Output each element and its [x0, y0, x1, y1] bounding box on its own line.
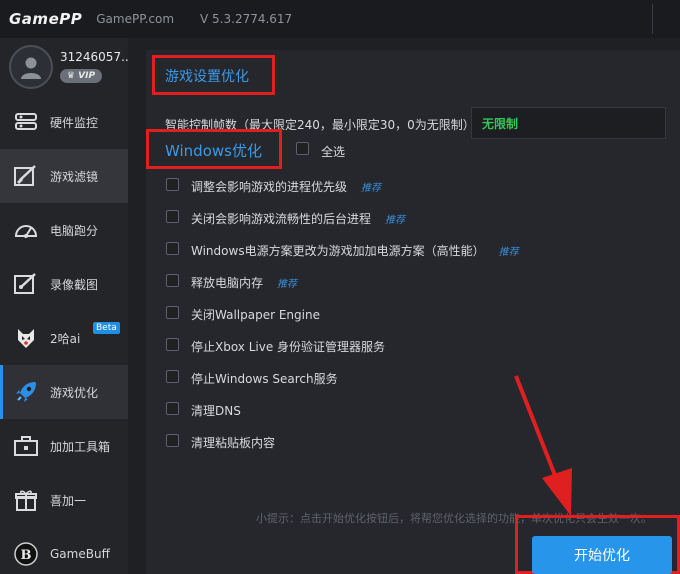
sidebar-item-game-optimize[interactable]: 游戏优化	[0, 365, 128, 419]
user-avatar-icon	[21, 57, 41, 79]
option-label: 清理DNS	[191, 404, 241, 418]
option-checkbox[interactable]	[166, 370, 179, 383]
option-checkbox[interactable]	[166, 178, 179, 191]
app-logo: GamePP	[9, 10, 83, 28]
sidebar-item-label: GameBuff	[50, 547, 110, 561]
sidebar-item-label: 2哈ai	[50, 331, 81, 346]
sidebar-item-toolbox[interactable]: 加加工具箱	[0, 419, 128, 473]
gift-icon	[12, 486, 40, 514]
option-label: 关闭会影响游戏流畅性的后台进程 推荐	[191, 212, 406, 226]
option-label: Windows电源方案更改为游戏加加电源方案（高性能） 推荐	[191, 244, 519, 258]
sidebar-item-label: 录像截图	[50, 277, 99, 292]
title-bar: GamePP GamePP.com V 5.3.2774.617	[0, 0, 680, 38]
sidebar-item-label: 游戏优化	[50, 385, 99, 400]
option-checkbox[interactable]	[166, 210, 179, 223]
select-all-checkbox[interactable]	[296, 142, 309, 155]
husky-ai-icon	[12, 324, 40, 352]
sidebar-item-label: 加加工具箱	[50, 439, 111, 454]
option-label: 关闭Wallpaper Engine	[191, 308, 320, 322]
sidebar: 31246057... ♛ VIP 硬件监控 游戏滤镜 电脑跑分 录像截图 2哈…	[0, 38, 133, 574]
hardware-monitor-icon	[12, 108, 40, 136]
user-id: 31246057...	[60, 50, 133, 64]
avatar[interactable]	[9, 44, 53, 89]
sidebar-item-game-filter[interactable]: 游戏滤镜	[0, 149, 128, 203]
sidebar-item-label: 硬件监控	[50, 115, 99, 130]
fps-limit-value: 无限制	[482, 116, 519, 131]
main-content: 游戏设置优化 智能控制帧数（最大限定240，最小限定30，0为无限制） 无限制 …	[128, 38, 680, 574]
version-label: V 5.3.2774.617	[200, 12, 293, 26]
sidebar-item-label: 电脑跑分	[50, 223, 99, 238]
start-optimize-button[interactable]: 开始优化	[532, 536, 672, 574]
vip-label: VIP	[78, 71, 96, 81]
sidebar-item-hardware-monitor[interactable]: 硬件监控	[0, 95, 128, 149]
option-checkbox[interactable]	[166, 402, 179, 415]
crown-icon: ♛	[66, 71, 75, 81]
optimize-panel: 游戏设置优化 智能控制帧数（最大限定240，最小限定30，0为无限制） 无限制 …	[146, 50, 680, 574]
benchmark-gauge-icon	[12, 216, 40, 244]
option-label: 清理粘贴板内容	[191, 436, 276, 450]
sidebar-item-benchmark[interactable]: 电脑跑分	[0, 203, 128, 257]
option-checkbox[interactable]	[166, 434, 179, 447]
option-checkbox[interactable]	[166, 306, 179, 319]
title-divider	[652, 4, 653, 34]
recommend-tag: 推荐	[385, 215, 406, 226]
toolbox-icon	[12, 432, 40, 460]
select-all-label: 全选	[321, 145, 346, 159]
sidebar-item-free-games[interactable]: 喜加一	[0, 473, 128, 527]
gamebuff-icon: B	[12, 540, 40, 568]
option-label: 停止Windows Search服务	[191, 372, 338, 386]
vip-badge: ♛ VIP	[60, 69, 102, 83]
recommend-tag: 推荐	[361, 183, 382, 194]
user-profile[interactable]: 31246057... ♛ VIP	[0, 38, 133, 95]
option-label: 停止Xbox Live 身份验证管理器服务	[191, 340, 386, 354]
sidebar-item-label: 游戏滤镜	[50, 169, 99, 184]
option-checkbox[interactable]	[166, 274, 179, 287]
record-screenshot-icon	[12, 270, 40, 298]
sidebar-item-record-screenshot[interactable]: 录像截图	[0, 257, 128, 311]
rocket-icon	[12, 378, 40, 406]
game-filter-icon	[12, 162, 40, 190]
site-url: GamePP.com	[96, 12, 175, 26]
svg-text:B: B	[21, 548, 32, 563]
beta-badge: Beta	[93, 322, 120, 334]
sidebar-item-husky-ai[interactable]: 2哈ai Beta	[0, 311, 128, 365]
section-title-game-settings: 游戏设置优化	[165, 69, 249, 85]
option-label: 调整会影响游戏的进程优先级 推荐	[191, 180, 382, 194]
section-title-windows: Windows优化	[165, 142, 262, 160]
fps-limit-input[interactable]: 无限制	[471, 107, 666, 139]
sidebar-item-gamebuff[interactable]: B GameBuff	[0, 527, 128, 574]
option-label: 释放电脑内存 推荐	[191, 276, 298, 290]
recommend-tag: 推荐	[277, 279, 298, 290]
recommend-tag: 推荐	[498, 247, 519, 258]
sidebar-item-label: 喜加一	[50, 493, 87, 508]
option-checkbox[interactable]	[166, 338, 179, 351]
option-checkbox[interactable]	[166, 242, 179, 255]
